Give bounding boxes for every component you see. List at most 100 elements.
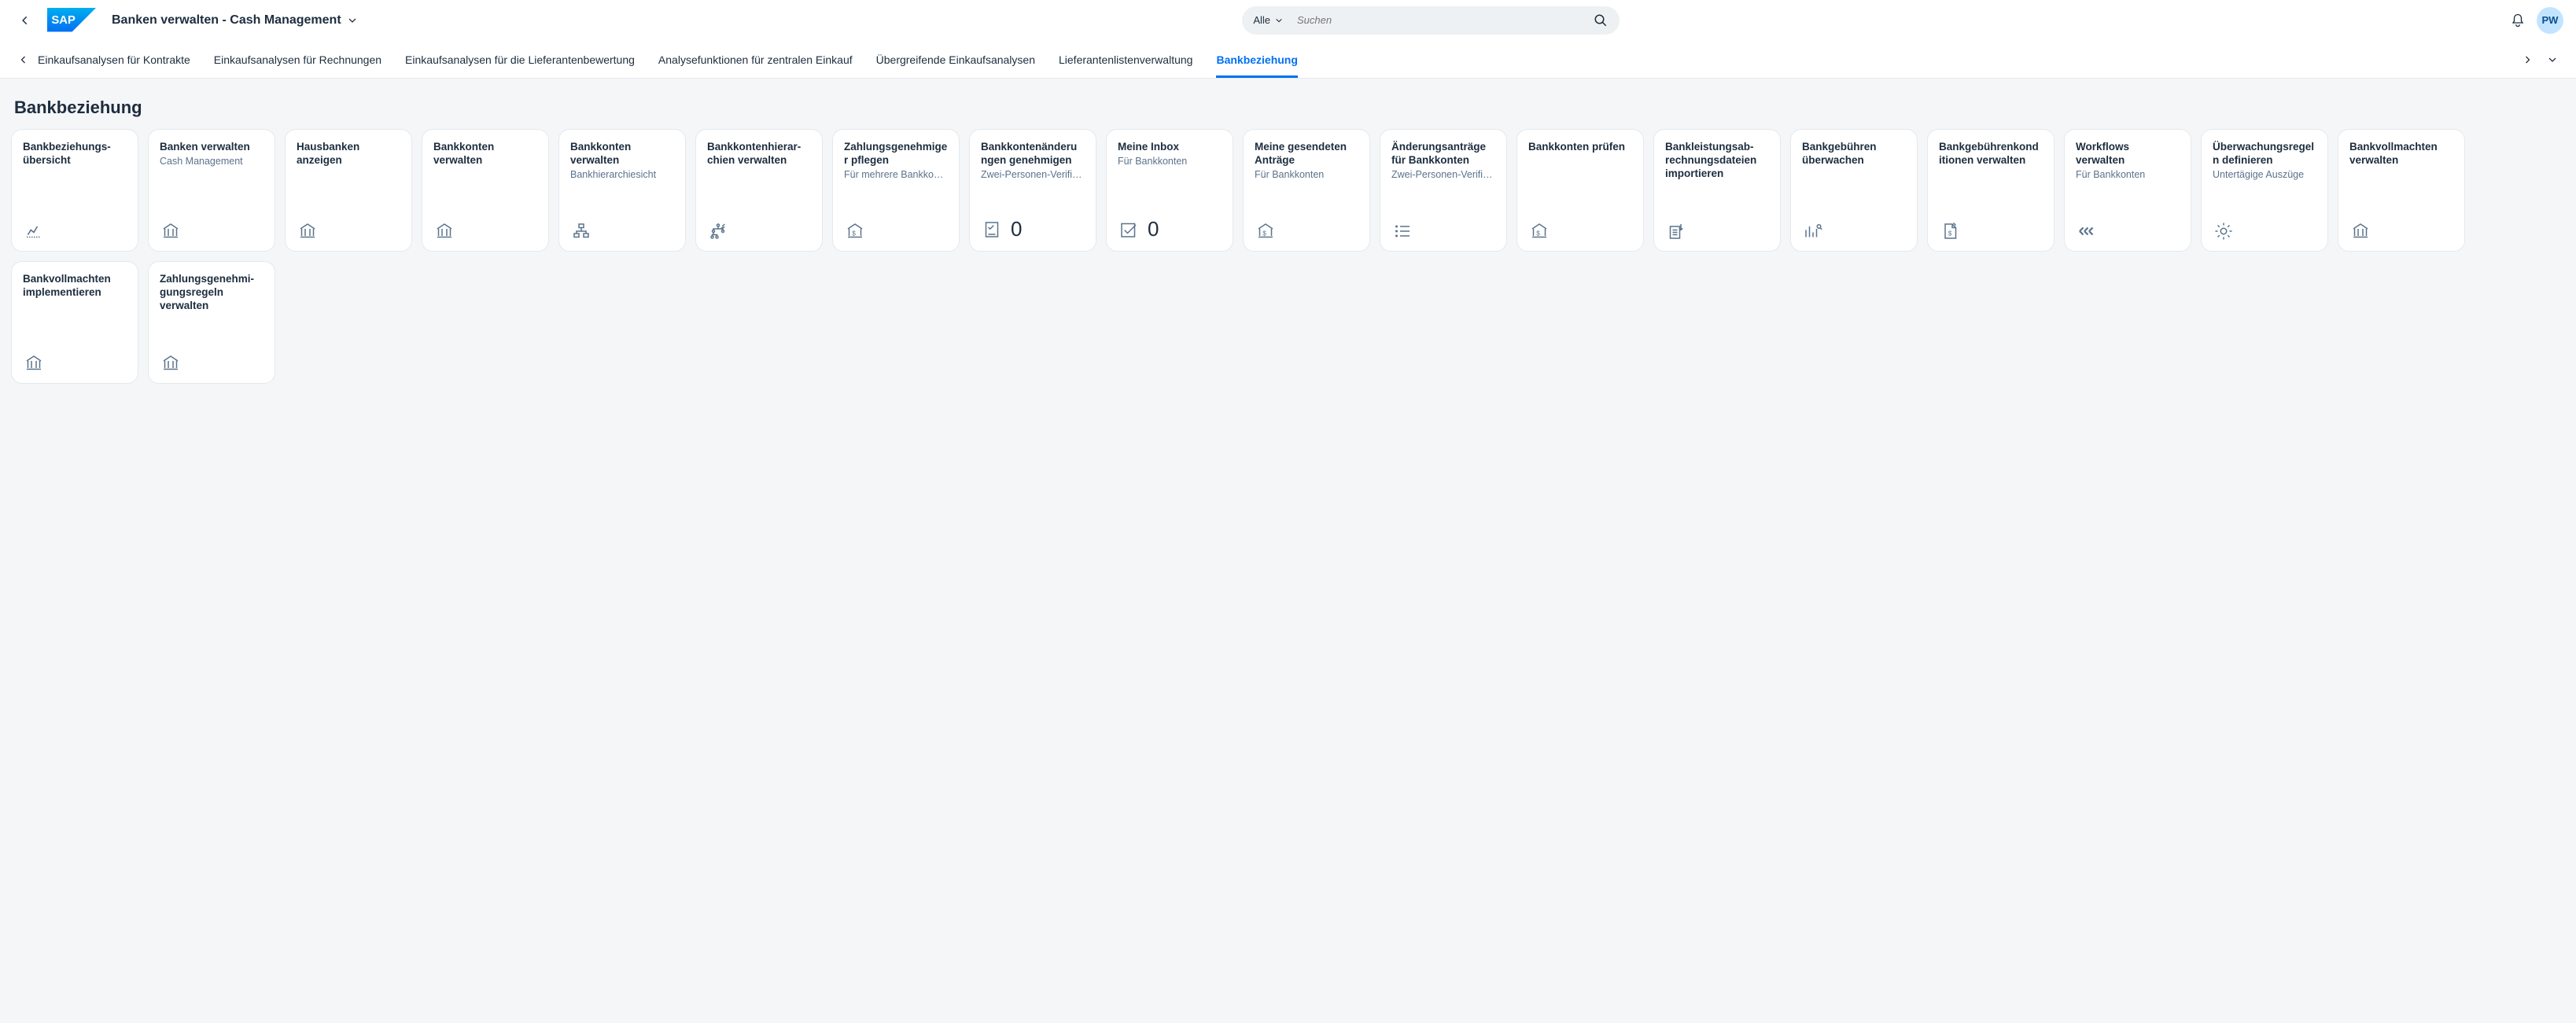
tiles-container: Bankbeziehungs­übersicht Banken verwalten… <box>11 129 2565 384</box>
search-icon <box>1594 13 1608 28</box>
nav-scroll-left-button[interactable] <box>13 49 35 71</box>
notifications-button[interactable] <box>2505 8 2530 33</box>
tile-icon-wrap <box>1391 221 1413 241</box>
document-dollar-icon: $ <box>1940 222 1960 241</box>
tile[interactable]: Meine InboxFür Bankkonten0 <box>1106 129 1233 252</box>
bank-icon <box>24 354 44 373</box>
tile[interactable]: Bankkonten verwaltenBankhierarchiesicht <box>558 129 686 252</box>
chevron-left-icon <box>20 15 31 26</box>
tile-subtitle: Untertägige Auszüge <box>2213 169 2316 180</box>
nav-tab[interactable]: Einkaufsanalysen für Kontrakte <box>38 41 190 78</box>
tile[interactable]: Bankvollmachten verwalten <box>2338 129 2465 252</box>
shell-actions: PW <box>2505 7 2563 34</box>
checklist-icon <box>982 220 1002 239</box>
tile-icon-wrap <box>2213 221 2235 241</box>
tile-footer <box>160 353 263 374</box>
tile-icon-wrap <box>570 221 592 241</box>
tile-icon-wrap <box>981 219 1003 240</box>
tile-title: Zahlungsgenehmiger pflegen <box>844 141 948 167</box>
chevron-down-icon <box>1275 17 1283 24</box>
tile[interactable]: Zahlungsgenehmi­gungsregeln verwalten <box>148 261 275 384</box>
shell-header: SAP Banken verwalten - Cash Management A… <box>0 0 2576 41</box>
nav-tab[interactable]: Einkaufsanalysen für die Lieferantenbewe… <box>405 41 635 78</box>
nav-tab[interactable]: Einkaufsanalysen für Rechnungen <box>214 41 381 78</box>
checkbox-icon <box>1118 220 1139 239</box>
search-filter-label: Alle <box>1253 14 1270 26</box>
tile-icon-wrap: $ <box>844 221 866 241</box>
svg-text:$: $ <box>1262 230 1266 237</box>
chevron-right-icon <box>2523 55 2532 64</box>
tile-footer: $ <box>844 221 948 241</box>
tabs-row: Einkaufsanalysen für Kontrakte Einkaufsan… <box>38 41 2513 78</box>
bank-icon <box>160 354 181 373</box>
tile-subtitle: Zwei-Personen-Verifi… <box>1391 169 1495 180</box>
tile-title: Bankgebühren überwachen <box>1802 141 1906 167</box>
tile[interactable]: Banken verwaltenCash Management <box>148 129 275 252</box>
shell-title-dropdown[interactable]: Banken verwalten - Cash Management <box>112 13 357 28</box>
tile[interactable]: Bankkonten prüfen$ <box>1516 129 1644 252</box>
tile[interactable]: Bankgebührenkondi­tionen verwalten$ <box>1927 129 2055 252</box>
tile-subtitle: Bankhierarchiesicht <box>570 169 674 180</box>
tile[interactable]: Bankvollmachten implementieren <box>11 261 138 384</box>
nav-tab[interactable]: Übergreifende Einkaufsanalysen <box>876 41 1035 78</box>
tile-title: Meine Inbox <box>1118 141 1222 154</box>
shell-title-text: Banken verwalten - Cash Management <box>112 13 341 28</box>
tile-title: Workflows verwalten <box>2076 141 2180 167</box>
nav-tab[interactable]: Lieferantenlistenverwaltung <box>1059 41 1192 78</box>
tile-footer: 0 <box>1118 217 1222 241</box>
nav-tab[interactable]: Bankbeziehung <box>1216 41 1297 78</box>
tile-footer: $ <box>1255 221 1358 241</box>
svg-text:SAP: SAP <box>51 15 76 28</box>
tile[interactable]: Änderungsanträge für Bankkonten Zwei-Pers… <box>1380 129 1507 252</box>
tile-footer <box>160 221 263 241</box>
barchart-icon <box>1803 222 1823 241</box>
tile-icon-wrap <box>2076 221 2098 241</box>
tile[interactable]: Bankkontenänderun­gen genehmigenZwei-Per… <box>969 129 1096 252</box>
tile[interactable]: Bankleistungsab­rechnungsdateien importi… <box>1653 129 1781 252</box>
tile[interactable]: Bankgebühren überwachen <box>1790 129 1918 252</box>
tile-icon-wrap <box>160 353 182 374</box>
tile-title: Änderungsanträge für Bankkonten <box>1391 141 1495 167</box>
tile[interactable]: Bankkontenhierar­chien verwalten <box>695 129 823 252</box>
tile-footer <box>1802 221 1906 241</box>
tile[interactable]: Meine gesendeten AnträgeFür Bankkonten$ <box>1243 129 1370 252</box>
tile-subtitle: Für Bankkonten <box>2076 169 2180 180</box>
tile[interactable]: Zahlungsgenehmiger pflegenFür mehrere Ba… <box>832 129 960 252</box>
tile[interactable]: Bankkonten verwalten <box>422 129 549 252</box>
tile-title: Bankkontenhierar­chien verwalten <box>707 141 811 167</box>
bell-icon <box>2511 13 2525 28</box>
search-filter-dropdown[interactable]: Alle <box>1253 14 1291 26</box>
back-button[interactable] <box>13 8 38 33</box>
tile-title: Überwachungsregeln definieren <box>2213 141 2316 167</box>
tile-icon-wrap <box>1802 221 1824 241</box>
tile-icon-wrap: $ <box>1939 221 1961 241</box>
page-content: Bankbeziehung Bankbeziehungs­übersichtBa… <box>0 79 2576 415</box>
tile-icon-wrap <box>160 221 182 241</box>
hierarchy-icon <box>571 222 591 241</box>
svg-text:$: $ <box>852 230 856 237</box>
tile[interactable]: Hausbanken anzeigen <box>285 129 412 252</box>
tile-subtitle: Zwei-Personen-Verifi… <box>981 169 1085 180</box>
tile[interactable]: Workflows verwalten Für Bankkonten <box>2064 129 2191 252</box>
nav-overflow-button[interactable] <box>2541 49 2563 71</box>
tile-title: Bankkonten verwalten <box>433 141 537 167</box>
search-input[interactable] <box>1291 14 1588 26</box>
nav-tab[interactable]: Analysefunktionen für zentralen Einkauf <box>658 41 853 78</box>
tile-icon-wrap <box>23 221 45 241</box>
tile-title: Bankbeziehungs­übersicht <box>23 141 127 167</box>
tile-title: Zahlungsgenehmi­gungsregeln verwalten <box>160 273 263 313</box>
nav-scroll-right-button[interactable] <box>2516 49 2538 71</box>
tile-count: 0 <box>1011 217 1022 241</box>
import-icon <box>1666 222 1686 241</box>
tile[interactable]: Überwachungsregeln definieren Untertägige… <box>2201 129 2328 252</box>
tile-icon-wrap <box>707 221 729 241</box>
chevron-down-icon <box>2548 55 2557 64</box>
sap-logo[interactable]: SAP <box>47 9 96 32</box>
search-button[interactable] <box>1588 8 1613 33</box>
user-avatar[interactable]: PW <box>2537 7 2563 34</box>
tile-footer: $ <box>1939 221 2043 241</box>
nav-tabs: Einkaufsanalysen für Kontrakte Einkaufsan… <box>0 41 2576 79</box>
tile-title: Banken verwalten <box>160 141 263 154</box>
tile[interactable]: Bankbeziehungs­übersicht <box>11 129 138 252</box>
tile-footer <box>433 221 537 241</box>
